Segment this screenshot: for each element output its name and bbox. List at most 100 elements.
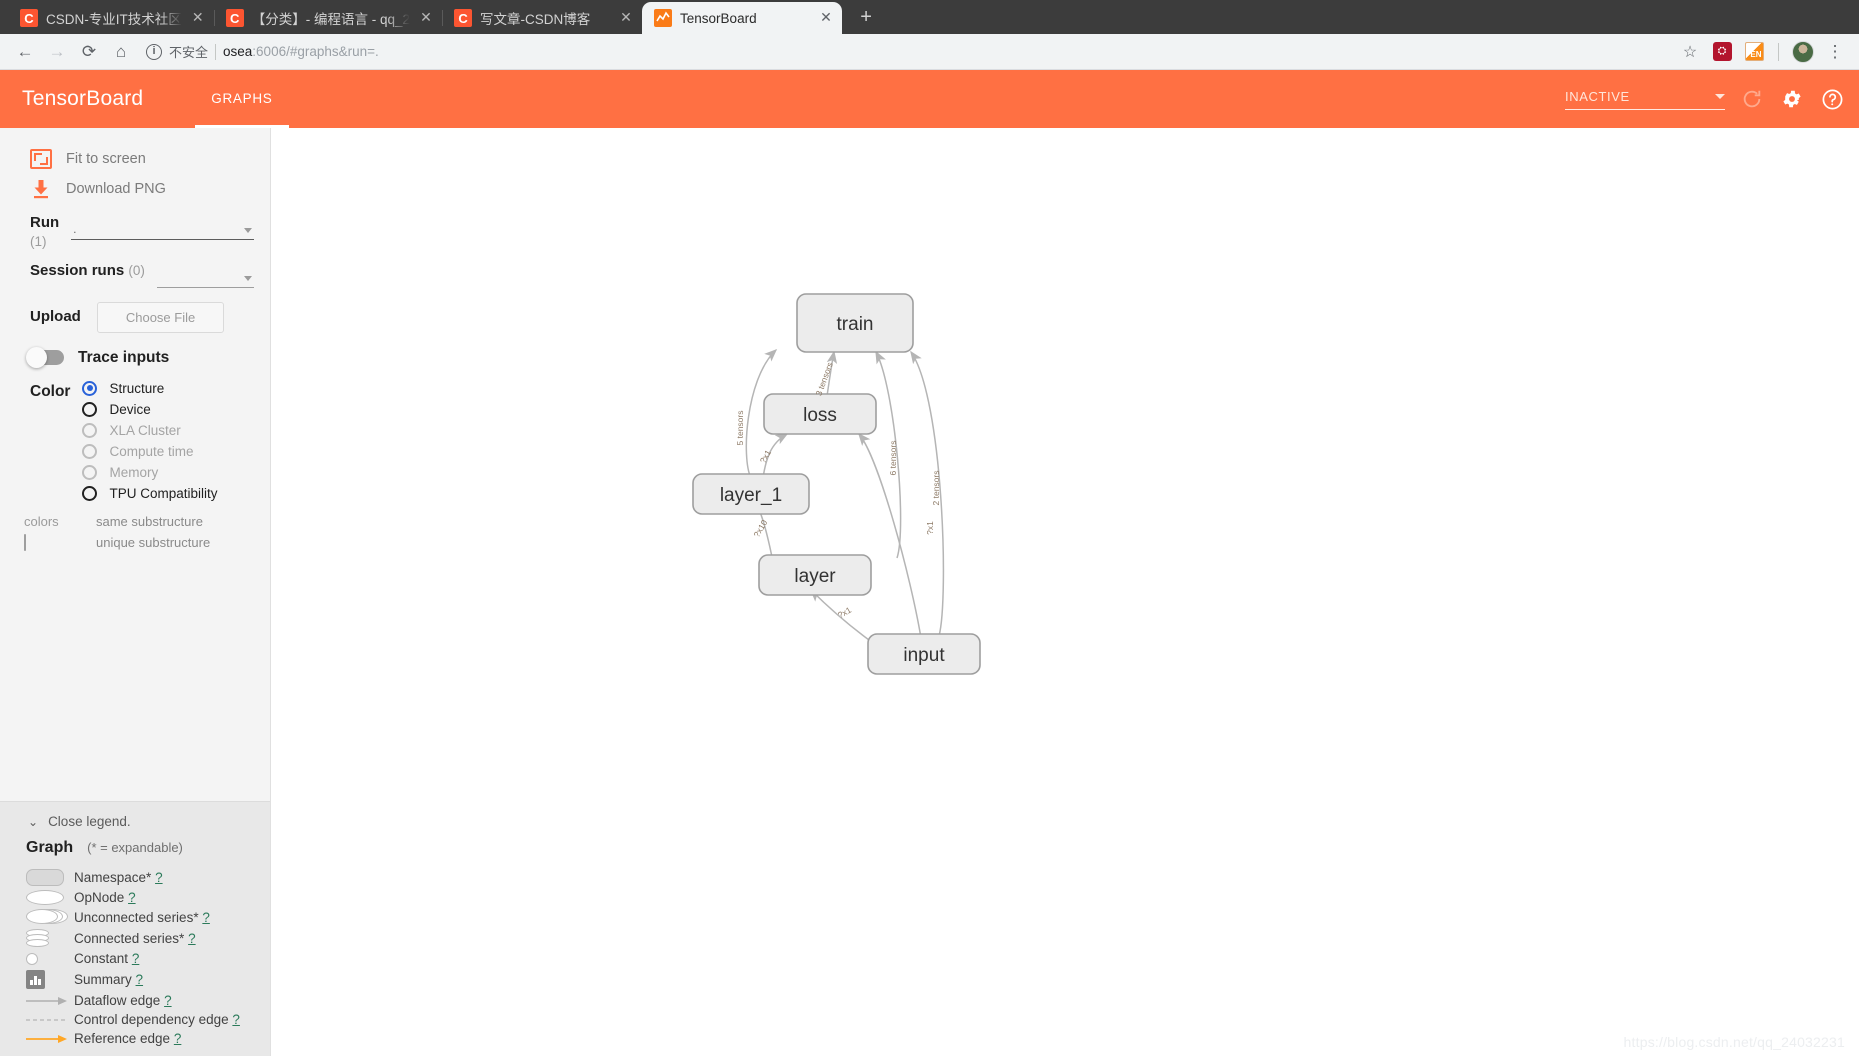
radio-icon[interactable]: [82, 464, 98, 480]
new-tab-button[interactable]: +: [852, 4, 880, 32]
color-radio-group: Structure Device XLA Cluster Compute tim…: [82, 380, 218, 501]
session-runs-count: (0): [128, 262, 145, 278]
download-png-label: Download PNG: [66, 181, 166, 197]
color-option-label: Memory: [109, 464, 159, 480]
graph-node-input[interactable]: input: [867, 633, 981, 675]
legend-item-label: Summary ?: [74, 972, 144, 987]
graph-node-loss[interactable]: loss: [763, 393, 877, 435]
color-option-label: XLA Cluster: [109, 422, 181, 438]
run-status-dropdown[interactable]: INACTIVE: [1565, 89, 1725, 110]
divider: [1778, 42, 1779, 61]
page-title: TensorBoard: [22, 87, 144, 110]
url-text: osea:6006/#graphs&run=.: [223, 44, 379, 59]
graph-node-layer_1[interactable]: layer_1: [692, 473, 810, 515]
legend-item-reference-edge: Reference edge ?: [0, 1029, 270, 1048]
color-option-device[interactable]: Device: [82, 401, 217, 417]
substructure-label: unique substructure: [96, 534, 211, 550]
tab-graphs[interactable]: GRAPHS: [195, 70, 289, 128]
browser-toolbar: ← → ⟳ ⌂ i 不安全 osea:6006/#graphs&run=. ☆ …: [0, 34, 1859, 70]
radio-icon[interactable]: [82, 401, 98, 417]
browser-tab-title: 写文章-CSDN博客: [480, 12, 591, 27]
run-dropdown[interactable]: .: [71, 218, 254, 240]
connected-series-glyph-icon: [26, 929, 70, 947]
help-link[interactable]: ?: [188, 931, 196, 946]
color-option-compute-time[interactable]: Compute time: [82, 443, 217, 459]
color-option-xla-cluster[interactable]: XLA Cluster: [82, 422, 217, 438]
toolbar-icons: ☆ ⛭ EN ⋮: [1676, 38, 1849, 66]
help-link[interactable]: ?: [128, 890, 136, 905]
color-option-structure[interactable]: Structure: [82, 380, 217, 396]
edge-label: ?x1: [925, 521, 935, 535]
extension-translate-icon[interactable]: EN: [1740, 38, 1768, 66]
substructure-label: same substructure: [96, 513, 203, 529]
help-link[interactable]: ?: [202, 910, 210, 925]
legend-item-label: Constant ?: [74, 951, 140, 966]
sidebar-controls: Fit to screen Download PNG Run (1) . Ses…: [0, 128, 270, 553]
session-runs-dropdown[interactable]: [156, 266, 254, 288]
back-icon[interactable]: ←: [10, 37, 40, 67]
run-selector[interactable]: Run (1) .: [0, 204, 270, 252]
choose-file-button[interactable]: Choose File: [96, 301, 225, 333]
graph-svg[interactable]: train loss layer_1 layer input 5 tensors…: [271, 128, 1859, 1056]
substructure-key: colors: [24, 513, 59, 529]
session-runs-selector[interactable]: Session runs (0): [0, 252, 270, 288]
radio-icon[interactable]: [82, 443, 98, 459]
legend-item-dataflow-edge: Dataflow edge ?: [0, 991, 270, 1010]
info-icon[interactable]: i: [146, 43, 162, 60]
close-icon[interactable]: ✕: [818, 10, 834, 26]
chevron-down-icon: ⌄: [28, 814, 39, 829]
reference-edge-glyph-icon: [26, 1033, 70, 1045]
graph-canvas[interactable]: train loss layer_1 layer input 5 tensors…: [271, 128, 1859, 1056]
security-label: 不安全: [169, 45, 209, 60]
home-icon[interactable]: ⌂: [106, 37, 136, 67]
trace-inputs-toggle[interactable]: [26, 347, 64, 368]
legend-item-constant: Constant ?: [0, 949, 270, 968]
bookmark-star-icon[interactable]: ☆: [1676, 38, 1704, 66]
address-bar[interactable]: i 不安全 osea:6006/#graphs&run=.: [146, 38, 1666, 66]
radio-icon[interactable]: [82, 422, 98, 438]
gear-icon[interactable]: [1779, 86, 1805, 112]
close-icon[interactable]: ✕: [418, 10, 434, 26]
avatar[interactable]: [1789, 38, 1817, 66]
close-legend-button[interactable]: ⌄ Close legend.: [0, 814, 270, 839]
color-option-tpu-compatibility[interactable]: TPU Compatibility: [82, 485, 218, 501]
help-link[interactable]: ?: [232, 1012, 240, 1027]
browser-menu-icon[interactable]: ⋮: [1821, 38, 1849, 66]
help-link[interactable]: ?: [155, 870, 163, 885]
extension-red-icon[interactable]: ⛭: [1708, 38, 1736, 66]
fit-to-screen-button[interactable]: Fit to screen: [0, 144, 270, 174]
graph-node-train[interactable]: train: [796, 293, 914, 353]
help-link[interactable]: ?: [174, 1031, 182, 1046]
close-icon[interactable]: ✕: [618, 10, 634, 26]
help-link[interactable]: ?: [136, 972, 144, 987]
edge-label: 5 tensors: [735, 411, 745, 446]
forward-icon[interactable]: →: [42, 37, 72, 67]
legend-item-label: Unconnected series* ?: [74, 909, 210, 925]
reload-icon[interactable]: [1739, 86, 1765, 112]
browser-tab-1[interactable]: C CSDN-专业IT技术社区 ✕: [8, 2, 214, 34]
browser-tab-2[interactable]: C 【分类】- 编程语言 - qq_2 ✕: [213, 2, 442, 34]
color-option-label: Compute time: [109, 443, 194, 459]
browser-tab-4[interactable]: TensorBoard ✕: [642, 2, 843, 34]
close-icon[interactable]: ✕: [190, 10, 206, 26]
color-option-label: Structure: [109, 380, 165, 396]
url-path: :6006/#graphs&run=.: [252, 44, 379, 59]
legend-item-label: Connected series* ?: [74, 930, 196, 946]
download-png-button[interactable]: Download PNG: [0, 174, 270, 204]
session-runs-label: Session runs (0): [30, 261, 145, 279]
color-option-memory[interactable]: Memory: [82, 464, 217, 480]
radio-icon[interactable]: [82, 380, 98, 396]
color-label: Color: [30, 382, 71, 400]
help-link[interactable]: ?: [164, 993, 172, 1008]
help-icon[interactable]: [1819, 86, 1845, 112]
reload-icon[interactable]: ⟳: [74, 37, 104, 67]
header-controls: INACTIVE: [1565, 86, 1845, 112]
browser-tab-3[interactable]: C 写文章-CSDN博客 ✕: [442, 2, 642, 34]
browser-tab-title: 【分类】- 编程语言 - qq_2: [251, 12, 411, 27]
help-link[interactable]: ?: [132, 951, 140, 966]
legend-item-label: Dataflow edge ?: [74, 993, 172, 1008]
fit-to-screen-icon: [30, 149, 52, 169]
radio-icon[interactable]: [82, 485, 98, 501]
trace-inputs-row[interactable]: Trace inputs: [0, 333, 270, 368]
graph-node-layer[interactable]: layer: [758, 554, 872, 596]
